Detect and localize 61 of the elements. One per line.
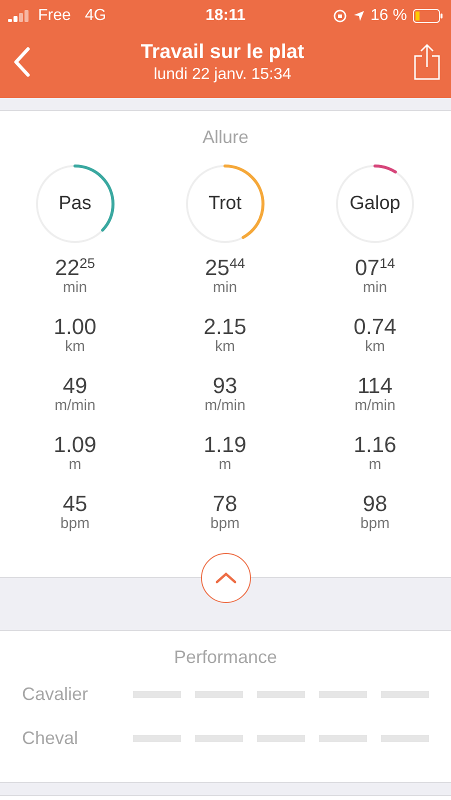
clock-time: 18:11 [205,7,246,25]
back-icon[interactable] [12,46,32,78]
page-title: Travail sur le plat [140,40,304,64]
carrier-name: Free [38,7,71,25]
placeholder-dash [195,690,243,698]
stat-value: 1.19 [204,433,246,457]
location-arrow-icon [352,10,365,22]
gait-label: Trot [208,193,242,215]
placeholder-dash [133,734,181,742]
network-type: 4G [84,7,106,25]
stat-value: 0.74 [354,315,396,339]
stat-value: 114 [357,374,393,398]
stat-value: 1.09 [54,433,96,457]
stat-value: 1.16 [354,433,396,457]
stat-value: 22$^{25}$ [54,256,96,280]
placeholder-dash [257,734,305,742]
stat-unit: bpm [210,516,240,532]
collapse-button[interactable] [200,553,250,603]
stat-unit: km [64,339,85,355]
stat-unit: m [218,457,232,473]
stat-value: 07$^{14}$ [354,256,396,280]
stat-unit: m [68,457,82,473]
stat-value: 1.00 [54,315,96,339]
gait-label: Pas [58,193,92,215]
stat-unit: m [368,457,382,473]
placeholder-dash [195,734,243,742]
stat-value: 25$^{44}$ [204,256,246,280]
placeholder-dash [319,734,367,742]
stat-unit: km [364,339,385,355]
page-subtitle: lundi 22 janv. 15:34 [154,66,292,84]
share-icon[interactable] [412,43,441,81]
placeholder-dash [257,690,305,698]
stat-unit: m/min [204,398,246,414]
battery-percent: 16 % [370,7,407,25]
placeholder-dash [319,690,367,698]
stat-unit: bpm [60,516,90,532]
stat-value: 49 [62,374,88,398]
rotation-lock-icon [332,9,347,23]
chevron-icon[interactable] [214,572,236,584]
battery-icon [412,9,443,23]
stat-value: 2.15 [204,315,246,339]
performance-label: Cavalier [22,684,90,704]
stat-value: 78 [212,492,238,516]
stat-value: 98 [362,492,388,516]
placeholder-dash [133,690,181,698]
section-title: Allure [201,126,250,148]
stat-unit: bpm [360,516,390,532]
section-title: Performance [172,646,278,669]
gait-label: Galop [350,193,400,215]
stat-unit: min [362,280,388,296]
stat-unit: m/min [354,398,396,414]
stat-unit: min [62,280,88,296]
stat-unit: km [214,339,235,355]
stat-value: 45 [62,492,88,516]
placeholder-dash [381,690,429,698]
signal-icon [8,10,30,22]
placeholder-dash [381,734,429,742]
performance-label: Cheval [22,728,80,748]
stat-unit: m/min [54,398,96,414]
stat-unit: min [212,280,238,296]
stat-value: 93 [212,374,238,398]
